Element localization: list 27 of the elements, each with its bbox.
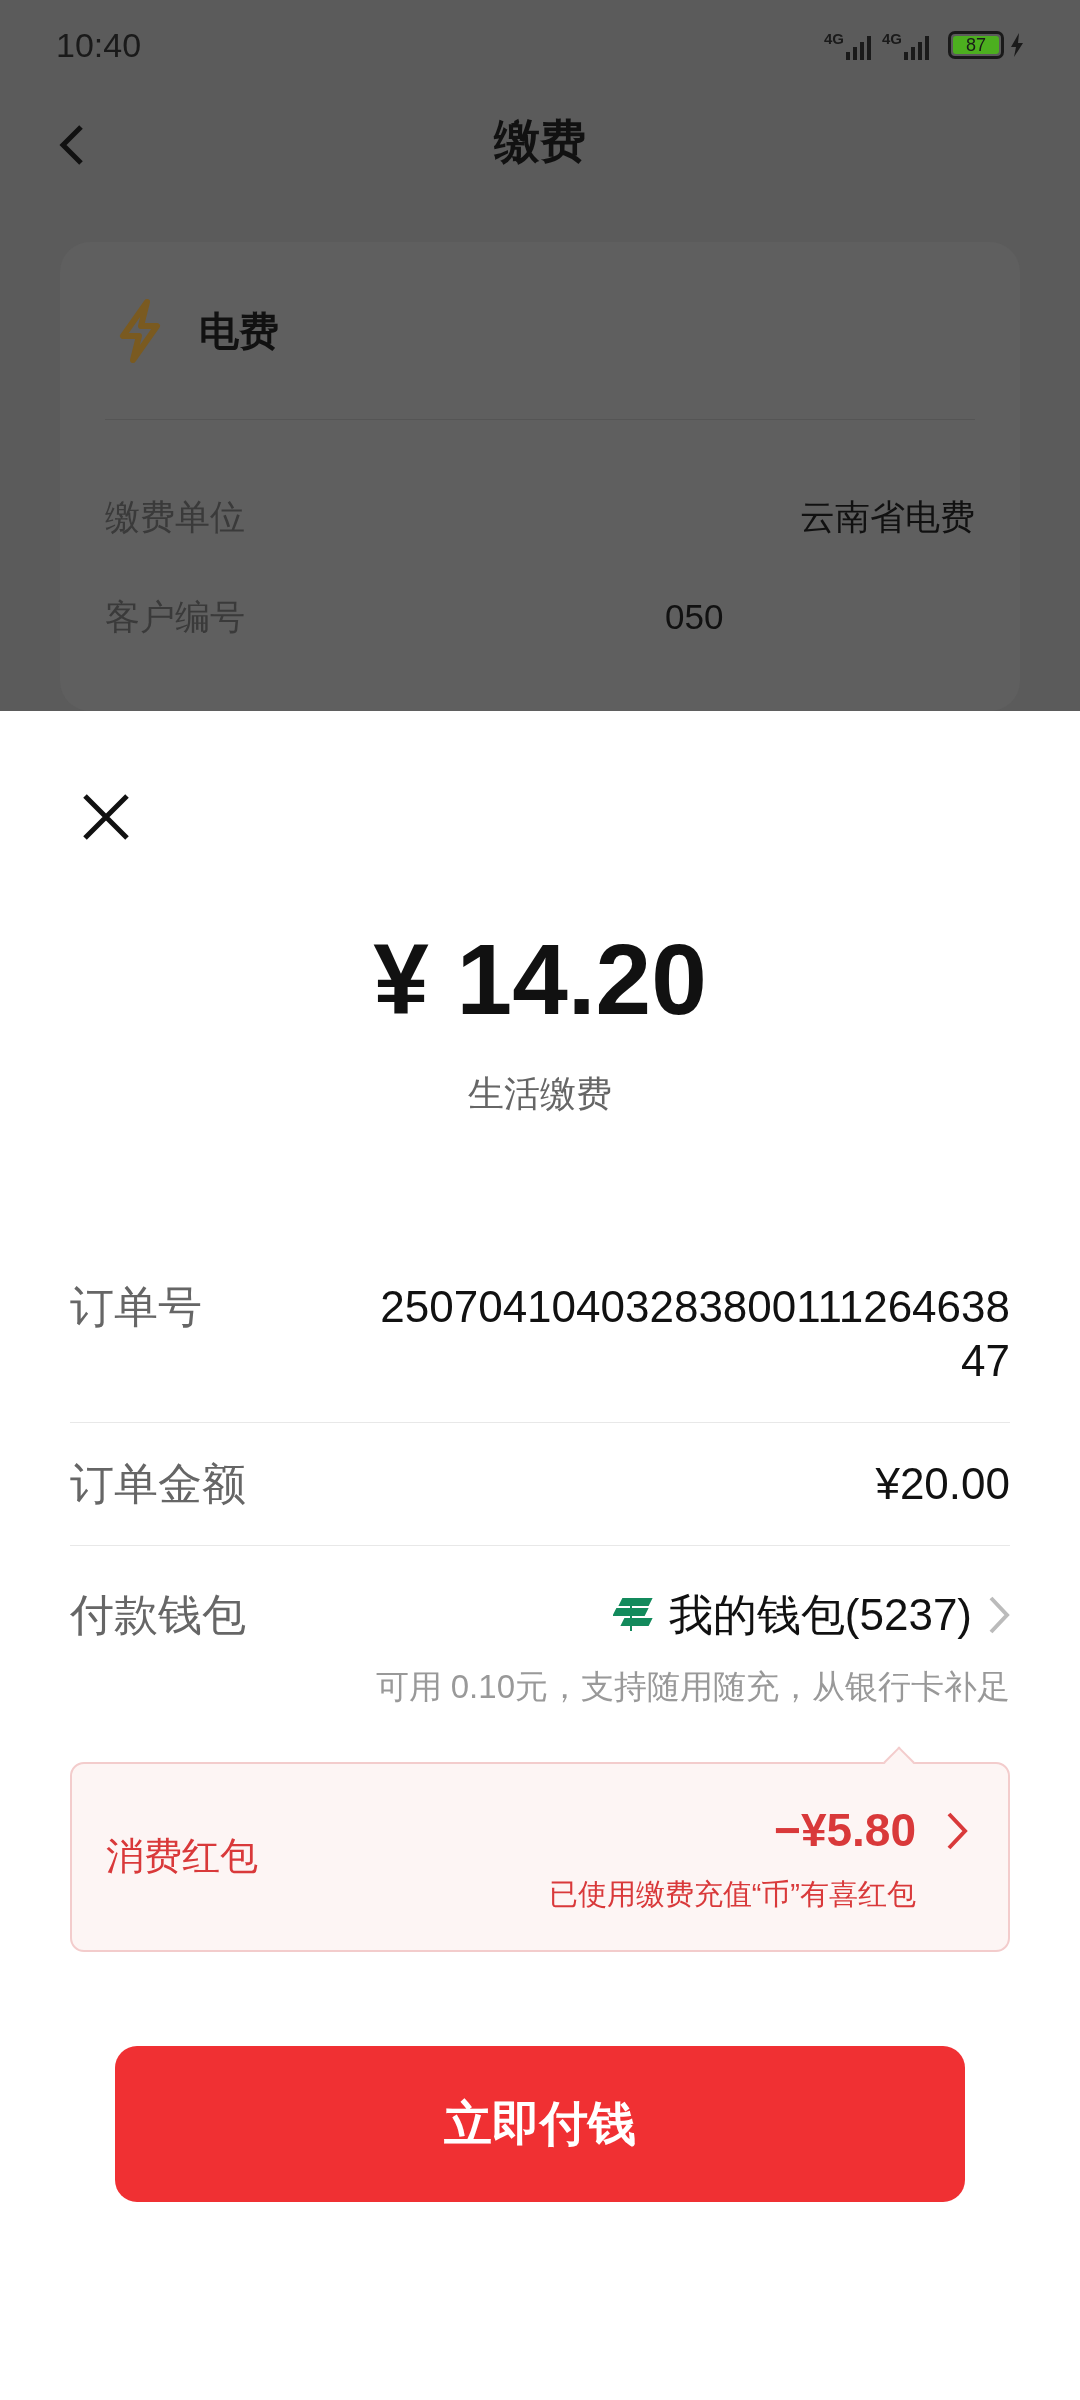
network-label: 4G xyxy=(882,30,902,46)
discount-amount: −¥5.80 xyxy=(774,1803,916,1859)
lightning-icon xyxy=(117,297,163,364)
page-title: 缴费 xyxy=(494,113,586,169)
chevron-right-icon xyxy=(988,1595,1010,1635)
wallet-note: 可用 0.10元，支持随用随充，从银行卡补足 xyxy=(375,1667,1010,1707)
field-label: 订单金额 xyxy=(70,1458,246,1510)
payment-amount: ¥ 14.20 xyxy=(373,929,707,1029)
field-value: 云南省电费 xyxy=(800,496,975,538)
pay-button[interactable]: 立即付钱 xyxy=(115,2045,965,2202)
battery-level: 87 xyxy=(966,36,986,55)
network-label: 4G xyxy=(823,30,844,46)
coupon-card[interactable]: 消费红包 −¥5.80 已使用缴费充值“币”有喜红包 xyxy=(70,1761,1010,1952)
field-value: 050 xyxy=(665,596,724,638)
status-time: 10:40 xyxy=(56,24,142,66)
payment-subtitle: 生活缴费 xyxy=(468,1072,612,1116)
card-title: 电费 xyxy=(199,307,279,355)
coupon-note: 已使用缴费充值“币”有喜红包 xyxy=(548,1877,916,1913)
field-label: 订单号 xyxy=(70,1281,202,1333)
chevron-right-icon xyxy=(946,1810,968,1851)
field-label: 付款钱包 xyxy=(70,1589,246,1641)
wallet-logo-icon xyxy=(612,1597,653,1633)
wallet-selector[interactable]: 我的钱包(5237) xyxy=(612,1588,1010,1642)
charging-icon xyxy=(1010,33,1024,58)
coupon-label: 消费红包 xyxy=(106,1834,258,1879)
field-value: ¥20.00 xyxy=(874,1458,1010,1510)
field-value: 2507041040328380011126463847 xyxy=(379,1281,1010,1387)
